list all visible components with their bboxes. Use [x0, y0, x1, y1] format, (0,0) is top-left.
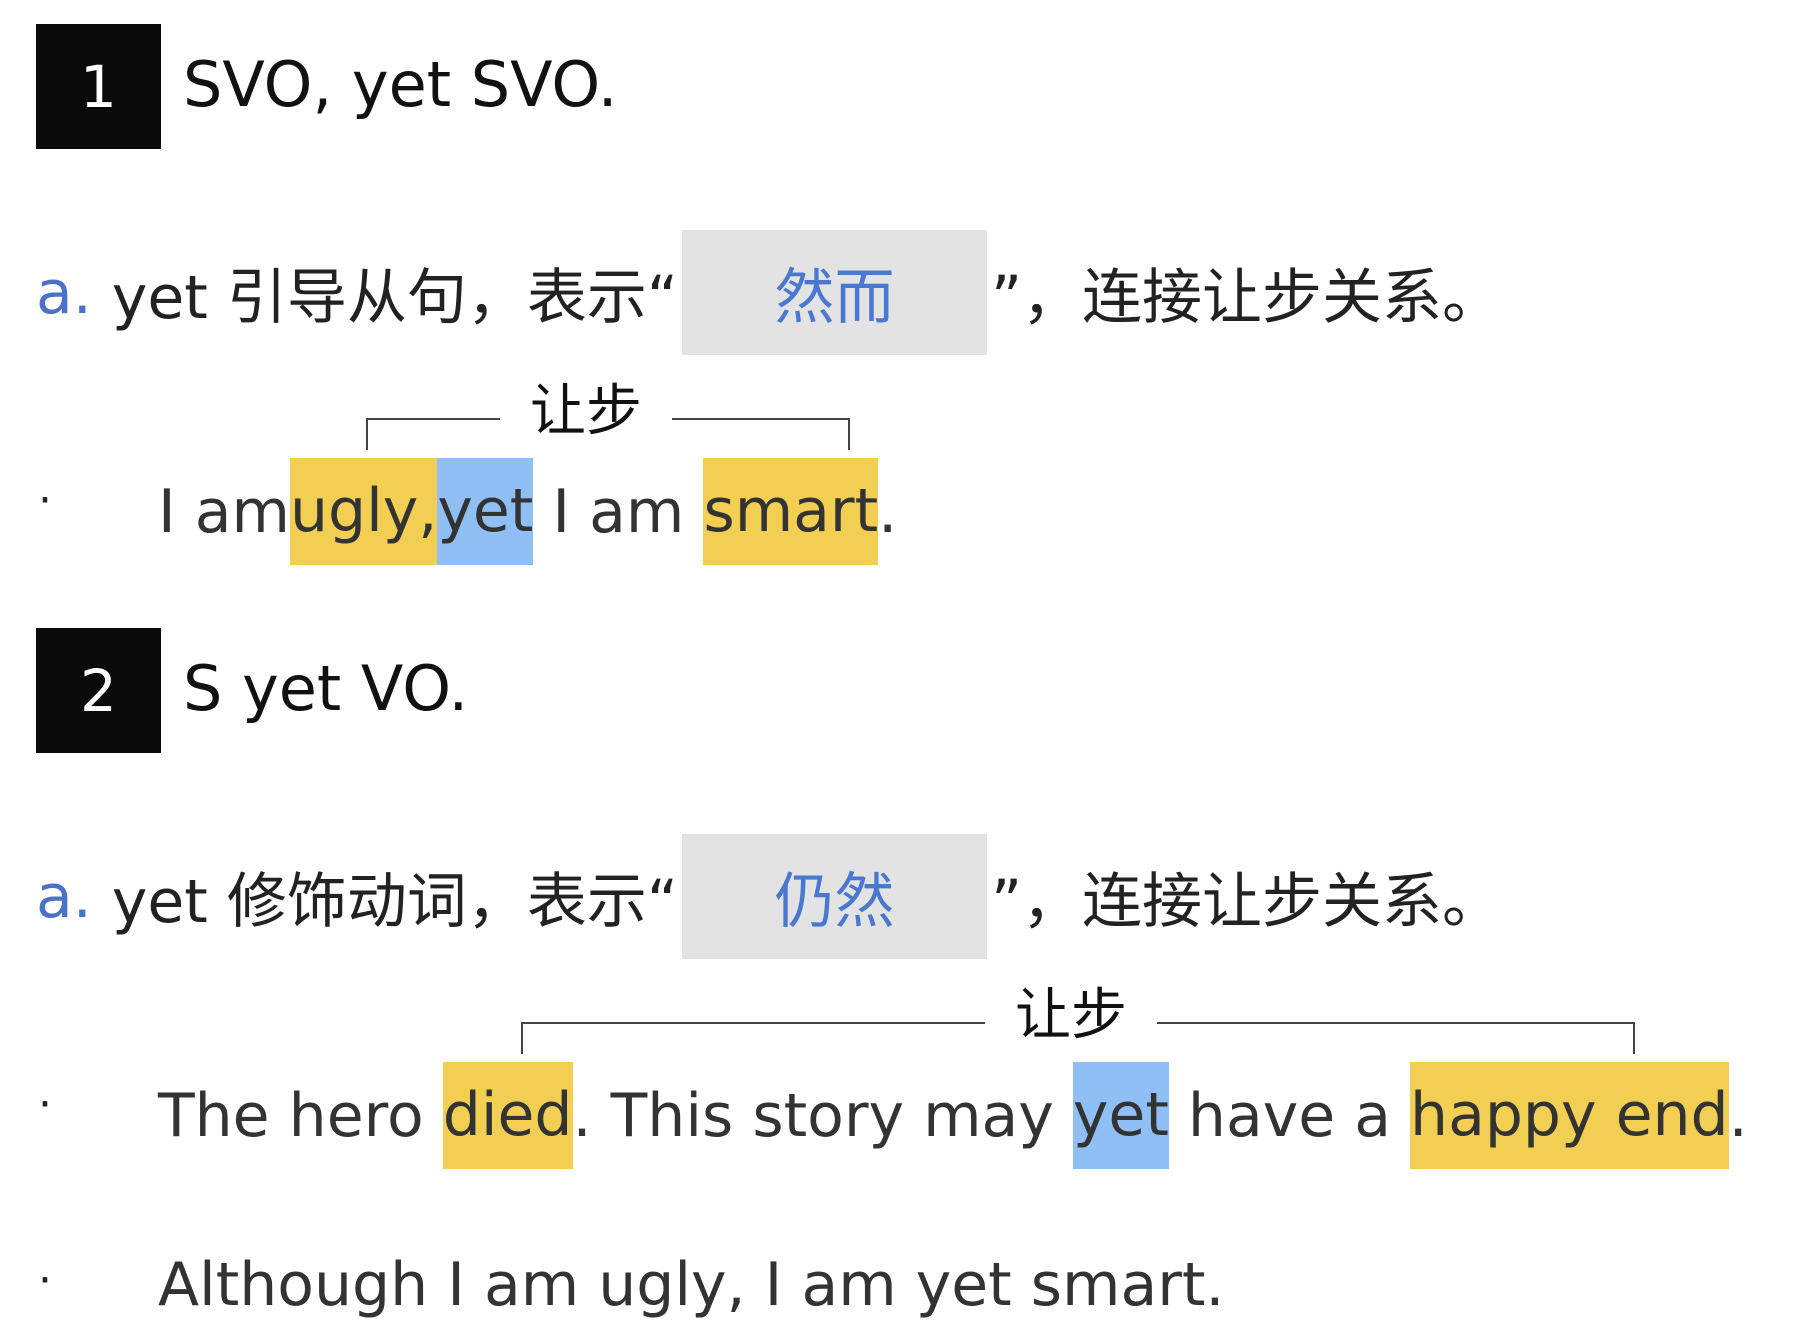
explanation-suffix: ”，连接让步关系。 [990, 867, 1503, 937]
bracket-tick-left [366, 418, 368, 450]
bracket-tick-right [848, 418, 850, 450]
section-number: 1 [80, 52, 117, 121]
example-sentence: Although I am ugly, I am yet smart. [158, 1250, 1225, 1320]
example-sentence: I am ugly, yet I am smart . [158, 458, 897, 565]
highlight-concession: ugly, [289, 458, 438, 565]
explanation-line: a. yet 引导从句，表示“ 然而 ”，连接让步关系。 [36, 230, 1502, 355]
section-heading: SVO, yet SVO. [183, 48, 618, 121]
sentence-text: . [878, 476, 898, 547]
explanation-prefix: yet 修饰动词，表示“ [111, 867, 678, 937]
bracket-tick-right [1633, 1022, 1635, 1054]
answer-box: 然而 [681, 230, 987, 355]
explanation-prefix: yet 引导从句，表示“ [111, 263, 678, 333]
example-sentence: The hero died . This story may yet have … [158, 1062, 1748, 1169]
highlight-yet: yet [1072, 1062, 1169, 1169]
section-heading: S yet VO. [183, 652, 469, 725]
explanation-marker: a. [36, 861, 92, 932]
sentence-text: . [1728, 1080, 1748, 1151]
section-number-badge: 2 [36, 628, 161, 753]
sentence-text: have a [1168, 1080, 1411, 1151]
bullet: · [38, 475, 52, 526]
highlight-concession: died [442, 1062, 573, 1169]
answer-box: 仍然 [681, 834, 987, 959]
sentence-text: I am [533, 476, 704, 547]
highlight-concession: happy end [1410, 1062, 1729, 1169]
explanation-marker: a. [36, 257, 92, 328]
section-number-badge: 1 [36, 24, 161, 149]
bracket-label: 让步 [500, 384, 672, 440]
highlight-concession: smart [703, 458, 879, 565]
bullet: · [38, 1079, 52, 1130]
bracket-tick-left [521, 1022, 523, 1054]
sentence-text: I am [158, 476, 290, 547]
bracket-label: 让步 [985, 988, 1157, 1044]
bullet: · [38, 1255, 52, 1306]
sentence-text: . This story may [572, 1080, 1073, 1151]
section-number: 2 [80, 656, 117, 725]
explanation-suffix: ”，连接让步关系。 [990, 263, 1503, 333]
highlight-yet: yet [437, 458, 534, 565]
sentence-text: The hero [158, 1080, 443, 1151]
explanation-line: a. yet 修饰动词，表示“ 仍然 ”，连接让步关系。 [36, 834, 1502, 959]
